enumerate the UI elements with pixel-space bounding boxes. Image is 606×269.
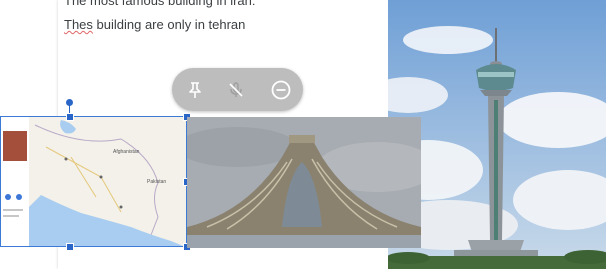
iran-map-illustration: Afghanistan Pakistan	[1, 117, 186, 246]
azadi-tower-image[interactable]	[187, 117, 421, 248]
pin-icon	[189, 82, 201, 98]
mic-off-button[interactable]	[223, 77, 249, 103]
remove-button[interactable]	[268, 77, 294, 103]
afghanistan-label: Afghanistan	[113, 149, 140, 155]
document-line-2-rest: building are only in tehran	[92, 17, 246, 32]
pakistan-label: Pakistan	[147, 179, 166, 185]
resize-handle-bottom[interactable]	[66, 243, 74, 251]
azadi-tower-illustration	[187, 117, 421, 248]
pin-button[interactable]	[182, 77, 208, 103]
misspelled-word[interactable]: Thes	[64, 17, 93, 32]
mic-off-icon	[229, 82, 243, 97]
document-line-2[interactable]: Thes building are only in tehran	[64, 17, 245, 32]
image-options-toolbar	[172, 68, 303, 111]
iran-map-image[interactable]: Afghanistan Pakistan	[0, 116, 187, 247]
document-line-1[interactable]: The most famous building in iran:	[64, 0, 255, 8]
remove-icon	[271, 80, 291, 100]
resize-handle-top[interactable]	[66, 113, 74, 121]
